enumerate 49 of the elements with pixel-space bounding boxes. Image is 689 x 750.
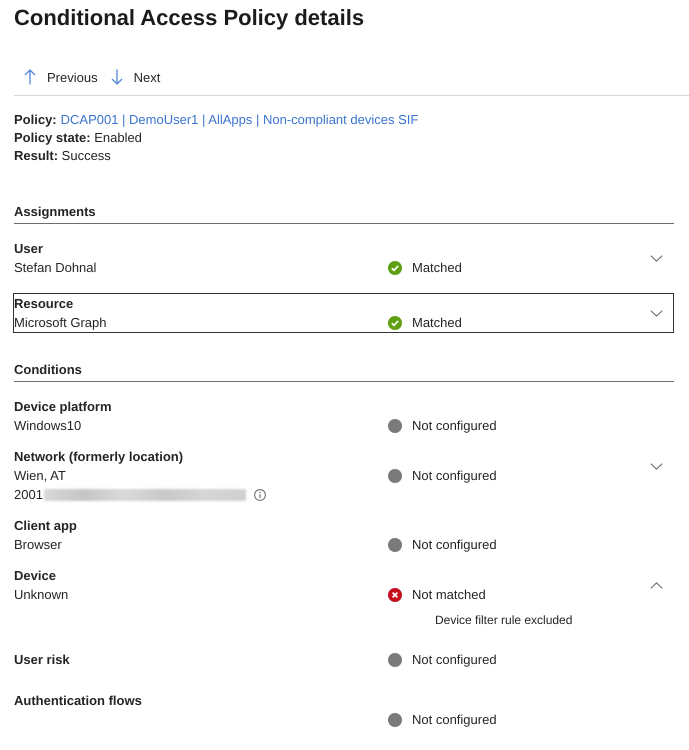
status-text: Not configured xyxy=(412,467,497,485)
chevron-up-icon[interactable] xyxy=(650,582,662,588)
status-text: Not matched xyxy=(412,586,486,604)
row-value: Windows10 xyxy=(14,417,82,435)
row-label: Authentication flows xyxy=(14,692,143,710)
status-detail: Device filter rule excluded xyxy=(434,612,574,629)
status-dot-icon xyxy=(388,712,402,726)
row-value: Unknown xyxy=(14,586,68,604)
row-value: Stefan Dohnal xyxy=(14,259,96,277)
status-text: Not configured xyxy=(412,651,497,669)
cross-circle-icon xyxy=(388,588,402,602)
status-text: Not configured xyxy=(412,417,497,435)
chevron-down-icon[interactable] xyxy=(650,254,662,262)
section-heading: Assignments xyxy=(14,202,674,224)
row-label: Client app xyxy=(14,517,78,535)
policy-link[interactable]: DCAP001 | DemoUser1 | AllApps | Non-compliant devices SIF xyxy=(60,112,418,127)
row-value: 2001 xyxy=(14,486,43,504)
chevron-down-icon[interactable] xyxy=(650,310,662,316)
check-circle-icon xyxy=(388,316,402,330)
arrow-up-icon xyxy=(24,69,36,85)
info-icon[interactable] xyxy=(254,488,266,500)
chevron-down-icon[interactable] xyxy=(650,462,662,470)
focused-row-outline[interactable]: Resource Microsoft Graph Matched xyxy=(13,293,674,333)
nav-button[interactable]: Previous xyxy=(22,65,100,89)
status-dot-icon xyxy=(388,652,402,666)
row-label: User risk xyxy=(14,651,71,669)
nav-button[interactable]: Next xyxy=(108,65,162,89)
row-label: Network (formerly location) xyxy=(14,448,184,466)
status-dot-icon xyxy=(388,538,402,552)
row-value: Microsoft Graph xyxy=(14,314,106,332)
status-text: Matched xyxy=(412,259,462,277)
status-dot-icon xyxy=(388,418,402,432)
section-heading: Conditions xyxy=(14,360,674,382)
row-label: Device xyxy=(14,567,57,585)
status-dot-icon xyxy=(388,468,402,482)
row-label: Resource xyxy=(14,295,74,313)
status-text: Not configured xyxy=(412,711,497,729)
page-title: Conditional Access Policy details xyxy=(14,4,366,32)
status-text: Not configured xyxy=(412,536,497,554)
row-value: Wien, AT xyxy=(14,467,66,485)
summary-text: Result: Success xyxy=(14,147,112,165)
policy-label: Policy: xyxy=(14,112,57,127)
summary-text: Policy state: Enabled xyxy=(14,129,143,147)
row-label: Device platform xyxy=(14,398,113,416)
row-label: User xyxy=(14,240,44,258)
arrow-down-icon xyxy=(110,69,123,85)
row-value: Browser xyxy=(14,536,62,554)
status-text: Matched xyxy=(412,314,462,332)
check-circle-icon xyxy=(388,260,402,274)
